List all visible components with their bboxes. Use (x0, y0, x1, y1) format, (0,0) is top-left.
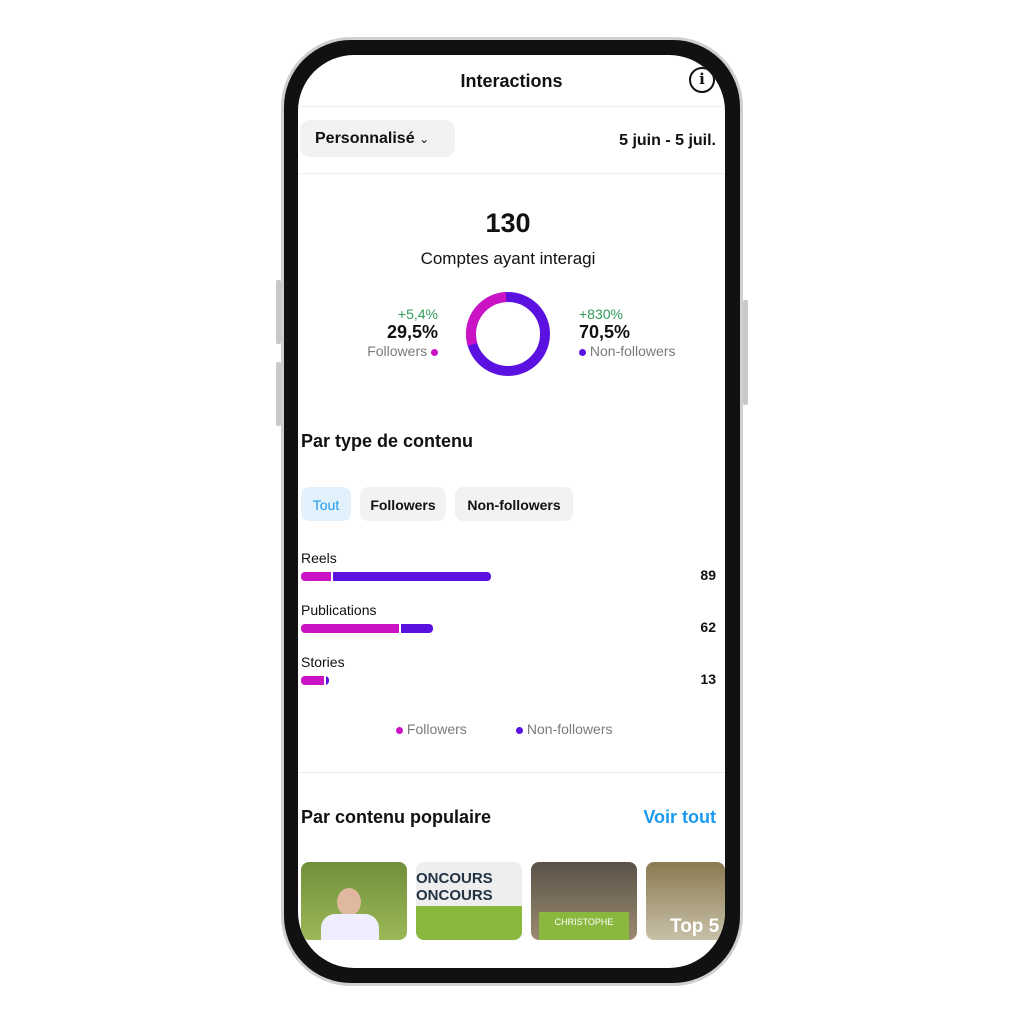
section-title: Par contenu populaire (301, 807, 492, 827)
followers-stat: +5,4% 29,5% Followers (367, 306, 438, 359)
date-range: 5 juin - 5 juil. (619, 132, 716, 149)
bar-segment-followers (301, 676, 325, 685)
thumb-text: ONCOURS ONCOURS (416, 870, 493, 904)
tab-followers[interactable]: Followers (360, 487, 446, 521)
thumb-banner (416, 906, 522, 940)
bar-publications (301, 624, 434, 633)
legend-dot (396, 726, 403, 734)
volume-up-button (276, 280, 281, 344)
bar-label: Stories (301, 654, 345, 670)
bar-segment-followers (301, 572, 331, 581)
divider (298, 173, 725, 174)
bar-total: 62 (700, 619, 716, 635)
thumb-text: Top 5 (670, 916, 720, 937)
total-accounts: 130 (485, 208, 531, 238)
bar-total: 89 (700, 567, 716, 583)
volume-down-button (276, 362, 281, 426)
bar-reels (301, 572, 491, 581)
followers-dot (431, 348, 438, 356)
legend-label: Non-followers (526, 721, 613, 737)
power-button (743, 300, 748, 405)
see-all-link[interactable]: Voir tout (643, 807, 716, 828)
thumb-text: CHRISTOPHE (539, 912, 629, 940)
content-thumbnail[interactable]: CHRISTOPHE (531, 862, 637, 940)
bar-segment-non-followers (326, 676, 329, 685)
bar-segment-followers (301, 624, 400, 633)
bar-label: Reels (301, 550, 337, 566)
legend-non-followers: Non-followers (516, 721, 612, 737)
legend-label: Followers (406, 721, 467, 737)
followers-label: Followers (367, 343, 428, 359)
content-thumbnail[interactable] (301, 862, 407, 940)
non-followers-label: Non-followers (589, 343, 676, 359)
bar-segment-non-followers (332, 572, 491, 581)
bar-total: 13 (700, 671, 716, 687)
bar-label: Publications (301, 602, 377, 618)
non-followers-change: +830% (579, 306, 623, 322)
divider (298, 772, 725, 773)
tab-non-followers[interactable]: Non-followers (455, 487, 573, 521)
total-label: Comptes ayant interagi (420, 249, 596, 268)
non-followers-stat: +830% 70,5% Non-followers (579, 306, 675, 359)
info-icon[interactable]: i (689, 67, 715, 93)
donut-chart (466, 292, 550, 377)
screen: ‹ Interactions i Personnalisé ⌄ 5 juin -… (298, 55, 725, 968)
tab-tout[interactable]: Tout (301, 487, 351, 521)
followers-change: +5,4% (397, 306, 438, 322)
content-thumbnail[interactable]: Top 5 (646, 862, 725, 940)
non-followers-percent: 70,5% (579, 322, 631, 342)
legend-followers: Followers (396, 721, 467, 737)
bar-segment-non-followers (401, 624, 434, 633)
followers-percent: 29,5% (386, 322, 438, 342)
non-followers-dot (579, 348, 586, 356)
period-dropdown[interactable]: Personnalisé ⌄ (300, 120, 455, 157)
period-label: Personnalisé (315, 130, 415, 147)
donut-followers (466, 292, 550, 377)
section-title: Par type de contenu (301, 431, 474, 451)
page-title: Interactions (460, 71, 563, 91)
bar-stories (301, 676, 329, 685)
legend-dot (516, 726, 523, 734)
content-thumbnail[interactable]: ONCOURS ONCOURS (416, 862, 522, 940)
divider (298, 106, 725, 107)
chevron-down-icon: ⌄ (419, 132, 430, 146)
person-body (321, 914, 379, 940)
person-head (337, 888, 361, 916)
